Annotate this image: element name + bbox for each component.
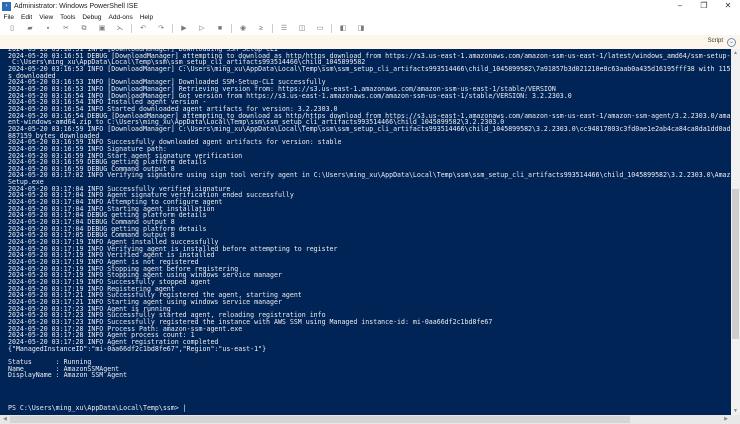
redo-icon[interactable]: ↷: [157, 25, 166, 33]
undo-icon[interactable]: ↶: [139, 25, 148, 33]
console-line: ​: [8, 385, 731, 392]
console-line: 2024-05-20 03:16:53 INFO [DownloadManage…: [8, 64, 731, 73]
show-addon-icon[interactable]: ◨: [357, 25, 366, 33]
toolbar-separator: [272, 24, 273, 33]
console-line: ​: [8, 379, 731, 386]
menu-tools[interactable]: Tools: [57, 14, 79, 21]
console-line: ​: [8, 352, 731, 359]
save-icon[interactable]: ▪: [44, 25, 53, 33]
powershell-icon[interactable]: ≥: [257, 25, 266, 33]
console-line: DisplayName : Amazon SSM Agent: [8, 371, 128, 380]
console-output[interactable]: 2024-05-20 03:16:51 INFO [DownloadManage…: [8, 49, 731, 412]
show-script-right-icon[interactable]: ◫: [298, 25, 307, 33]
scroll-down-icon[interactable]: ▼: [731, 408, 740, 414]
console-line: ​: [8, 392, 731, 399]
open-folder-icon[interactable]: ▰: [26, 25, 35, 33]
close-button[interactable]: ✕: [716, 0, 740, 12]
menu-help[interactable]: Help: [136, 14, 156, 21]
remote-powershell-icon[interactable]: ◉: [239, 25, 248, 33]
new-file-icon[interactable]: ▯: [8, 25, 17, 33]
run-selection-icon[interactable]: ▷: [198, 25, 207, 33]
menu-view[interactable]: View: [36, 14, 57, 21]
powershell-ise-logo-icon: ›: [2, 1, 11, 11]
clear-console-icon[interactable]: ⋋: [116, 25, 125, 33]
console-line: 2024-05-20 03:16:59 INFO [DownloadManage…: [8, 124, 731, 133]
show-script-pane-chevron-icon[interactable]: ⌄: [727, 38, 736, 47]
title-bar: › Administrator: Windows PowerShell ISE …: [0, 0, 740, 12]
menu-bar: File Edit View Tools Debug Add-ons Help: [0, 12, 157, 22]
stop-icon[interactable]: ■: [216, 25, 225, 33]
toolbar-separator: [231, 24, 232, 33]
console-line: 2024-05-20 03:17:02 INFO Verifying signa…: [8, 171, 731, 180]
cut-icon[interactable]: ✂: [62, 25, 71, 33]
run-icon[interactable]: ▶: [180, 25, 189, 33]
vertical-scroll-thumb[interactable]: [732, 189, 739, 339]
vertical-scrollbar[interactable]: ▲ ▼: [731, 49, 740, 415]
show-script-pane-label[interactable]: Script: [708, 38, 723, 44]
menu-addons[interactable]: Add-ons: [105, 14, 136, 21]
show-command-icon[interactable]: ◧: [339, 25, 348, 33]
minimize-button[interactable]: –: [668, 0, 692, 12]
scroll-right-icon[interactable]: ▶: [724, 416, 728, 422]
horizontal-scroll-thumb[interactable]: [10, 416, 630, 423]
scroll-left-icon[interactable]: ◀: [3, 416, 7, 422]
scroll-up-icon[interactable]: ▲: [731, 50, 740, 56]
paste-icon[interactable]: ▣: [98, 25, 107, 33]
menu-debug[interactable]: Debug: [79, 14, 105, 21]
console-prompt: PS C:\Users\ming_xu\AppData\Local\Temp\s…: [8, 404, 187, 413]
window-title: Administrator: Windows PowerShell ISE: [14, 2, 139, 10]
show-script-maximized-icon[interactable]: ▭: [316, 25, 325, 33]
console-line: {"ManagedInstanceID":"mi-0aa66df2c1bd8fe…: [8, 344, 267, 353]
horizontal-scrollbar[interactable]: ◀ ▶: [0, 415, 740, 424]
script-pane-bar: Script ⌄: [0, 35, 740, 49]
toolbar-separator: [172, 24, 173, 33]
menu-edit[interactable]: Edit: [17, 14, 35, 21]
copy-icon[interactable]: ⧉: [80, 25, 89, 33]
show-script-top-icon[interactable]: ☰: [280, 25, 289, 33]
toolbar-separator: [131, 24, 132, 33]
restore-button[interactable]: ❐: [692, 0, 716, 12]
toolbar-separator: [331, 24, 332, 33]
toolbar: ▯ ▰ ▪ ✂ ⧉ ▣ ⋋ ↶ ↷ ▶ ▷ ■ ◉ ≥ ☰ ◫ ▭ ◧ ◨: [0, 22, 740, 35]
console-pane[interactable]: 2024-05-20 03:16:51 INFO [DownloadManage…: [0, 49, 731, 415]
menu-file[interactable]: File: [0, 14, 17, 21]
